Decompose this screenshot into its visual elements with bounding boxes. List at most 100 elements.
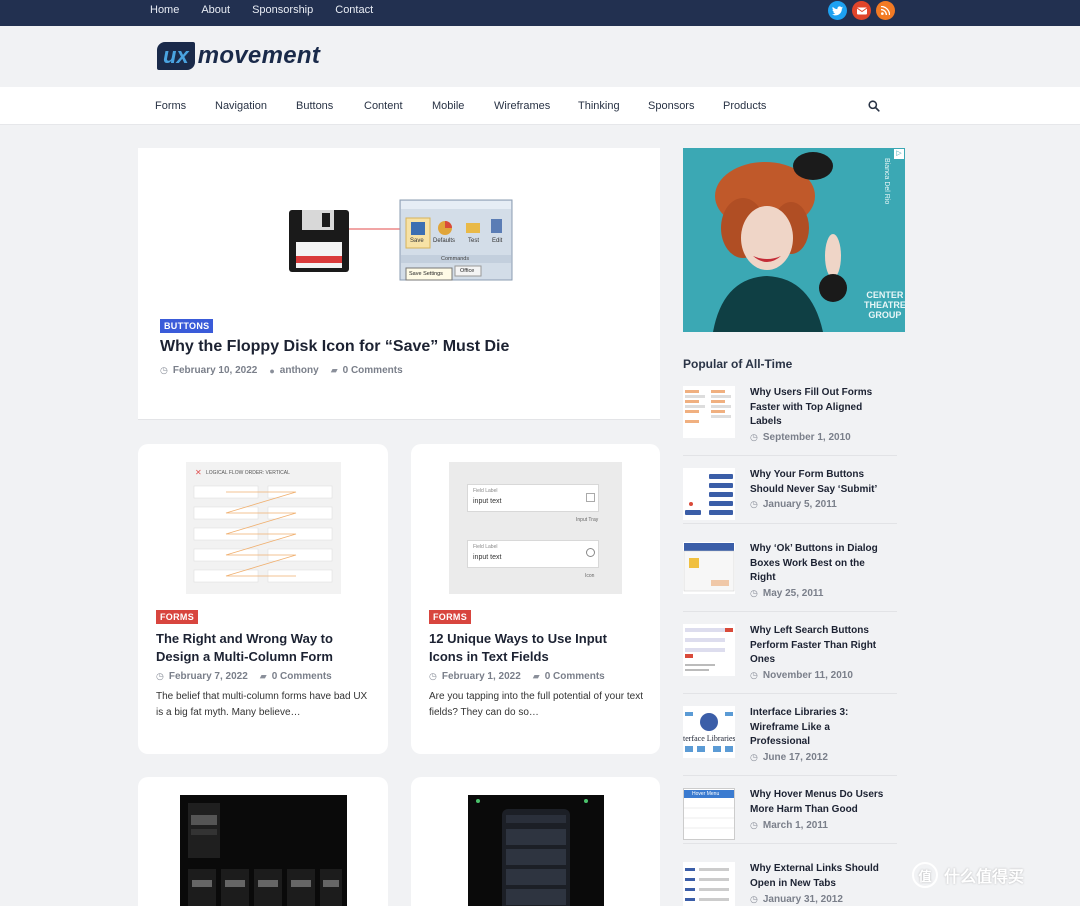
cat-content[interactable]: Content: [364, 87, 432, 125]
thumb-field: Field Label input text: [467, 484, 599, 512]
popular-date-text: January 31, 2012: [762, 894, 843, 905]
popular-title[interactable]: Why ‘Ok’ Buttons in Dialog Boxes Work Be…: [750, 542, 896, 586]
cat-forms[interactable]: Forms: [155, 87, 215, 125]
post-comments[interactable]: 0 Comments: [545, 671, 605, 682]
popular-item[interactable]: Why Your Form Buttons Should Never Say ‘…: [683, 468, 897, 524]
category-badge[interactable]: FORMS: [429, 610, 471, 624]
thumb-field-label: Field Label: [473, 488, 498, 494]
cat-thinking[interactable]: Thinking: [578, 87, 648, 125]
post-card[interactable]: [411, 777, 660, 906]
popular-thumbnail[interactable]: Hover Menu: [683, 788, 735, 840]
thumb-field-label: Field Label: [473, 544, 498, 550]
thumb-commands-label: Commands: [441, 256, 470, 262]
post-author[interactable]: anthony: [280, 365, 319, 376]
thumb-tray-icon: [586, 493, 595, 502]
post-card[interactable]: ✕ LOGICAL FLOW ORDER: VERTICAL FORMS The…: [138, 444, 388, 754]
thumb-tooltip-label: Save Settings: [409, 271, 443, 277]
clock-icon: ◷: [750, 670, 758, 680]
top-nav-about[interactable]: About: [201, 0, 230, 26]
ad-choices-icon[interactable]: ▷: [894, 149, 904, 159]
popular-title-line: Should Never Say ‘Submit’: [750, 483, 878, 495]
post-thumbnail[interactable]: [468, 795, 604, 906]
post-comments[interactable]: 0 Comments: [272, 671, 332, 682]
post-card[interactable]: Field Label input text Input Tray Field …: [411, 444, 660, 754]
excerpt-line: The belief that multi-column forms have …: [156, 691, 368, 702]
popular-item[interactable]: Why Left Search Buttons Perform Faster T…: [683, 624, 897, 694]
featured-post-card[interactable]: Save Defaults Test Edit Commands Save Se…: [138, 148, 660, 420]
thumb-defaults-label: Defaults: [433, 238, 456, 244]
popular-date-text: September 1, 2010: [762, 432, 851, 443]
user-icon: ●: [269, 365, 275, 376]
clock-icon: ◷: [750, 432, 758, 442]
popular-item[interactable]: Hover Menu Why Hover Menus Do Users More…: [683, 788, 897, 844]
clock-icon: ◷: [750, 894, 758, 904]
post-card[interactable]: [138, 777, 388, 906]
featured-post-thumbnail[interactable]: Save Defaults Test Edit Commands Save Se…: [288, 198, 513, 286]
excerpt-line: fields? They can do so…: [429, 707, 539, 718]
popular-title[interactable]: Why Your Form Buttons Should Never Say ‘…: [750, 468, 896, 497]
top-nav-home[interactable]: Home: [150, 0, 179, 26]
popular-item[interactable]: terface Libraries Interface Libraries 3:…: [683, 706, 897, 776]
thumb-field-text: input text: [473, 498, 502, 505]
cat-mobile[interactable]: Mobile: [432, 87, 494, 125]
email-icon[interactable]: [852, 1, 871, 20]
post-title[interactable]: 12 Unique Ways to Use Input Icons in Tex…: [429, 630, 607, 666]
popular-thumbnail[interactable]: terface Libraries: [683, 706, 735, 758]
category-badge[interactable]: BUTTONS: [160, 319, 214, 333]
popular-title[interactable]: Interface Libraries 3: Wireframe Like a …: [750, 706, 896, 750]
cat-navigation[interactable]: Navigation: [215, 87, 296, 125]
search-icon[interactable]: [868, 99, 882, 113]
category-nav: Forms Navigation Buttons Content Mobile …: [155, 87, 793, 125]
excerpt-line: is a big fat myth. Many believe…: [156, 707, 301, 718]
top-nav-sponsorship[interactable]: Sponsorship: [252, 0, 313, 26]
clock-icon: ◷: [750, 752, 758, 762]
popular-item[interactable]: Why ‘Ok’ Buttons in Dialog Boxes Work Be…: [683, 542, 897, 612]
post-thumbnail[interactable]: ✕ LOGICAL FLOW ORDER: VERTICAL: [186, 462, 341, 594]
popular-item[interactable]: Why External Links Should Open in New Ta…: [683, 862, 897, 906]
cat-wireframes[interactable]: Wireframes: [494, 87, 578, 125]
popular-thumbnail[interactable]: [683, 862, 735, 906]
cat-buttons[interactable]: Buttons: [296, 87, 364, 125]
popular-title-line: Right: [750, 572, 776, 583]
rss-icon[interactable]: [876, 1, 895, 20]
popular-thumbnail[interactable]: [683, 624, 735, 676]
watermark: 值 什么值得买: [912, 862, 1024, 888]
popular-title-line: Why Left Search Buttons: [750, 625, 869, 636]
popular-title-line: More Harm Than Good: [750, 803, 858, 815]
featured-post-title[interactable]: Why the Floppy Disk Icon for “Save” Must…: [160, 338, 509, 356]
popular-title[interactable]: Why Users Fill Out Forms Faster with Top…: [750, 386, 896, 430]
clock-icon: ◷: [750, 499, 758, 509]
popular-thumbnail[interactable]: [683, 468, 735, 520]
comments-icon: ▰: [330, 365, 338, 375]
post-meta: ◷ February 1, 2022 ▰ 0 Comments: [429, 671, 605, 682]
popular-title-line: Wireframe Like a: [750, 721, 830, 733]
top-nav-contact[interactable]: Contact: [335, 0, 373, 26]
popular-item[interactable]: Why Users Fill Out Forms Faster with Top…: [683, 386, 897, 456]
ad-brand-line: CENTER: [866, 290, 904, 300]
twitter-icon[interactable]: [828, 1, 847, 20]
clock-icon: ◷: [156, 671, 164, 681]
post-title[interactable]: The Right and Wrong Way to Design a Mult…: [156, 630, 333, 666]
cat-products[interactable]: Products: [723, 87, 793, 125]
popular-title-line: Interface Libraries 3:: [750, 707, 849, 718]
top-nav: Home About Sponsorship Contact: [150, 0, 395, 26]
popular-title[interactable]: Why Left Search Buttons Perform Faster T…: [750, 624, 896, 668]
post-date: February 7, 2022: [168, 671, 248, 682]
cat-sponsors[interactable]: Sponsors: [648, 87, 723, 125]
post-title-line: The Right and Wrong Way to: [156, 631, 333, 646]
post-comments[interactable]: 0 Comments: [343, 365, 403, 376]
thumb-edit-label: Edit: [492, 238, 503, 244]
thumb-caption: Icon: [585, 573, 595, 579]
category-badge[interactable]: FORMS: [156, 610, 198, 624]
popular-title[interactable]: Why External Links Should Open in New Ta…: [750, 862, 896, 891]
post-date: February 10, 2022: [172, 365, 258, 376]
post-thumbnail[interactable]: Field Label input text Input Tray Field …: [449, 462, 622, 594]
popular-thumbnail[interactable]: [683, 542, 735, 594]
post-thumbnail[interactable]: [180, 795, 347, 906]
ad-brand-line: THEATRE: [864, 300, 905, 310]
site-logo[interactable]: ux movement: [157, 42, 320, 70]
popular-date: ◷ May 25, 2011: [750, 588, 823, 599]
popular-title[interactable]: Why Hover Menus Do Users More Harm Than …: [750, 788, 896, 817]
popular-thumbnail[interactable]: [683, 386, 735, 438]
sidebar-advertisement[interactable]: Bianca Del Rio CENTER THEATRE GROUP ▷: [683, 148, 905, 332]
